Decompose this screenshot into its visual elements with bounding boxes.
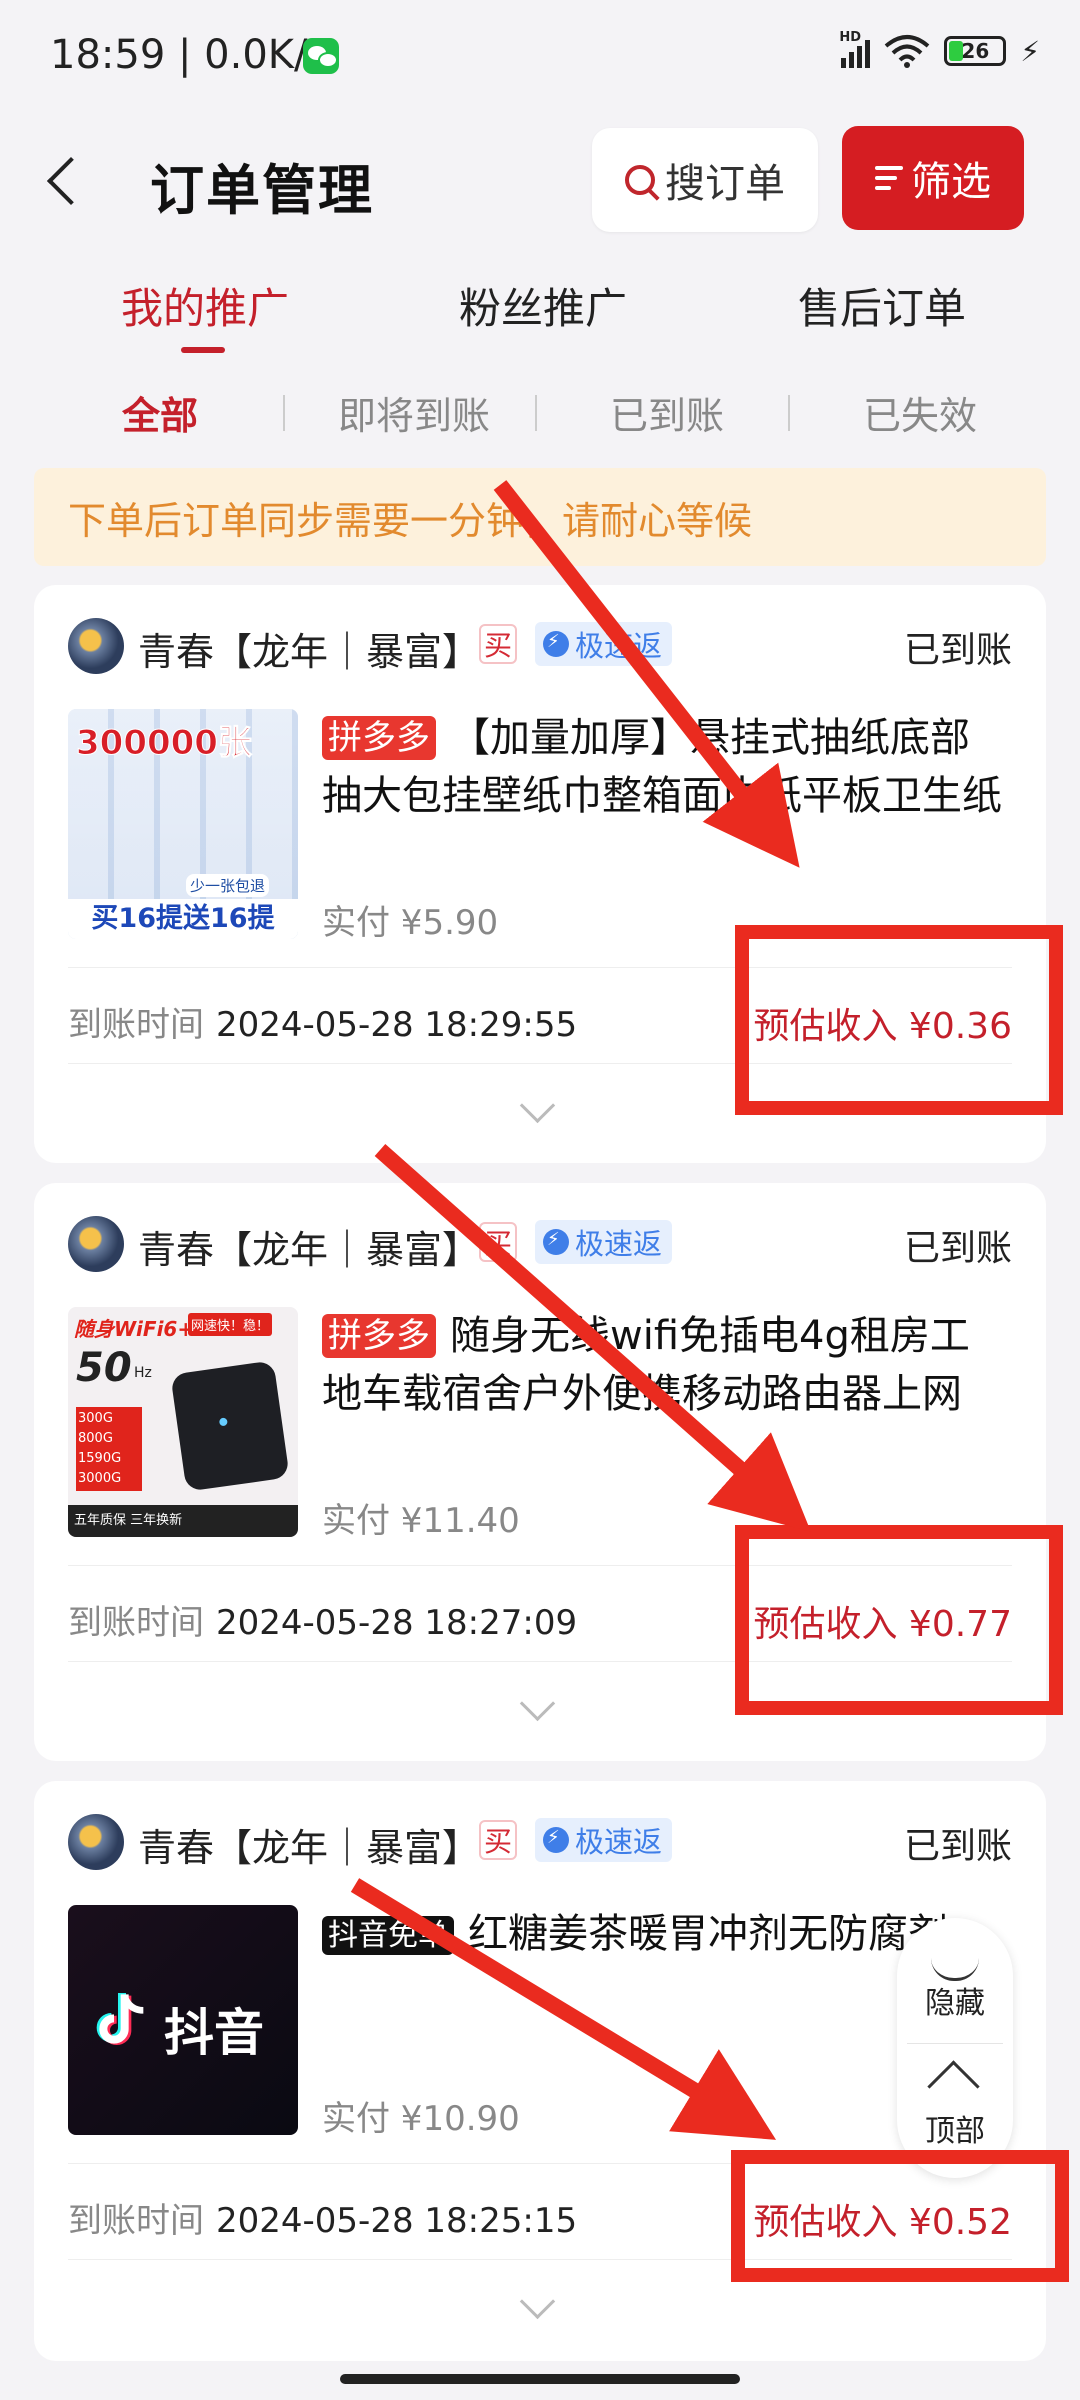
- status-filter-tabs: 全部 即将到账 已到账 已失效: [0, 385, 1080, 445]
- subtab-divider: [788, 395, 790, 431]
- nav-bar: 订单管理 搜订单 筛选: [0, 120, 1080, 240]
- hide-label: 隐藏: [925, 1986, 985, 2021]
- fast-rebate-badge: 极速返: [535, 622, 673, 666]
- annotation-highlight-box: [735, 925, 1063, 1115]
- status-bar: 18:59 | 0.0K/s HD 26 ⚡: [0, 0, 1080, 110]
- charging-icon: ⚡: [1020, 34, 1040, 68]
- signal-icon: HD: [839, 30, 871, 68]
- annotation-highlight-box: [735, 1525, 1063, 1715]
- buyer-name: 青春【龙年｜暴富】: [138, 630, 481, 674]
- filter-label: 筛选: [911, 159, 991, 205]
- arrival-label: 到账时间: [68, 2201, 204, 2241]
- wechat-icon: [303, 38, 339, 74]
- subtab-expired[interactable]: 已失效: [863, 385, 977, 440]
- tab-fan-promotion[interactable]: 粉丝推广: [459, 275, 627, 336]
- top-label: 顶部: [925, 2114, 985, 2149]
- filter-icon: [875, 166, 903, 190]
- product-image-speed: 网速快！稳！: [188, 1313, 273, 1336]
- buy-badge: 买: [479, 624, 517, 664]
- tab-my-promotion[interactable]: 我的推广: [121, 275, 289, 336]
- active-tab-indicator: [181, 347, 225, 353]
- arrival-time: 2024-05-28 18:27:09: [216, 1603, 578, 1643]
- buy-badge: 买: [479, 1820, 517, 1860]
- home-indicator[interactable]: [340, 2374, 740, 2384]
- lightning-icon: [543, 1229, 569, 1255]
- platform-tag: 拼多多: [322, 1314, 436, 1358]
- arrival-time-row: 到账时间 2024-05-28 18:27:09: [68, 1595, 577, 1644]
- buyer-name: 青春【龙年｜暴富】: [138, 1228, 481, 1272]
- hide-button[interactable]: 隐藏: [897, 1918, 1013, 2043]
- product-image[interactable]: 随身WiFi6+ 网速快！稳！ 50 Hz 300G 800G 1590G 30…: [68, 1307, 298, 1537]
- chevron-down-icon[interactable]: [519, 1087, 556, 1124]
- arrival-time: 2024-05-28 18:25:15: [216, 2201, 578, 2241]
- product-image-tag: 少一张包退: [186, 874, 270, 897]
- subtab-divider: [535, 395, 537, 431]
- product-image-headline: 300000张: [76, 723, 253, 764]
- product-image-promo: 买16提送16提: [68, 899, 298, 939]
- status-time: 18:59 | 0.0K/s: [50, 32, 329, 78]
- subtab-pending[interactable]: 即将到账: [338, 385, 490, 440]
- arrival-time: 2024-05-28 18:29:55: [216, 1005, 578, 1045]
- floating-action-panel: 隐藏 顶部: [897, 1918, 1013, 2178]
- router-device: [170, 1360, 290, 1492]
- sync-notice: 下单后订单同步需要一分钟，请耐心等候: [34, 468, 1046, 566]
- fast-rebate-badge: 极速返: [535, 1818, 673, 1862]
- chevron-down-icon[interactable]: [519, 1685, 556, 1722]
- order-tabs: 我的推广 粉丝推广 售后订单: [0, 275, 1080, 365]
- paid-amount: 实付 ¥10.90: [322, 2099, 520, 2139]
- chevron-down-icon[interactable]: [519, 2283, 556, 2320]
- network-type-label: HD: [839, 30, 861, 45]
- back-icon[interactable]: [40, 148, 84, 212]
- product-title-text: 红糖姜茶暖胃冲剂无防腐剂: [468, 1911, 948, 1957]
- lightning-icon: [543, 1827, 569, 1853]
- buyer-name: 青春【龙年｜暴富】: [138, 1826, 481, 1870]
- platform-tag: 拼多多: [322, 716, 436, 760]
- search-order-button[interactable]: 搜订单: [592, 128, 818, 232]
- arrival-time-row: 到账时间 2024-05-28 18:29:55: [68, 997, 577, 1046]
- wifi-icon: [885, 35, 930, 68]
- fast-rebate-label: 极速返: [575, 1825, 663, 1859]
- product-image-hz: Hz: [134, 1365, 152, 1381]
- avatar: [68, 1814, 124, 1870]
- douyin-brand-text: 抖音: [164, 2004, 264, 2062]
- fast-rebate-label: 极速返: [575, 1227, 663, 1261]
- product-title[interactable]: 拼多多 【加量加厚】悬挂式抽纸底部抽大包挂壁纸巾整箱面巾纸平板卫生纸: [322, 709, 1002, 825]
- battery-level: 26: [961, 39, 990, 63]
- subtab-divider: [283, 395, 285, 431]
- arrival-time-row: 到账时间 2024-05-28 18:25:15: [68, 2193, 577, 2242]
- platform-tag: 抖音免单: [322, 1916, 454, 1955]
- subtab-all[interactable]: 全部: [122, 385, 198, 440]
- arrival-label: 到账时间: [68, 1603, 204, 1643]
- product-title[interactable]: 拼多多随身无线wifi免插电4g租房工地车载宿舍户外便携移动路由器上网vz: [322, 1307, 1002, 1423]
- product-image-plans: 300G 800G 1590G 3000G: [76, 1407, 142, 1491]
- fast-rebate-badge: 极速返: [535, 1220, 673, 1264]
- fast-rebate-label: 极速返: [575, 629, 663, 663]
- chevron-up-icon: [927, 2060, 980, 2113]
- product-image[interactable]: 抖音: [68, 1905, 298, 2135]
- product-image-headline: 随身WiFi6+: [74, 1317, 195, 1341]
- paid-amount: 实付 ¥5.90: [322, 903, 499, 943]
- paid-amount: 实付 ¥11.40: [322, 1501, 520, 1541]
- page-title: 订单管理: [150, 159, 374, 222]
- search-label: 搜订单: [665, 161, 785, 207]
- buy-badge: 买: [479, 1222, 517, 1262]
- tab-after-sales[interactable]: 售后订单: [798, 275, 966, 336]
- order-status: 已到账: [903, 630, 1012, 671]
- douyin-logo-icon: [96, 1993, 144, 2045]
- battery-icon: 26: [944, 36, 1007, 66]
- filter-button[interactable]: 筛选: [842, 126, 1024, 230]
- avatar: [68, 1216, 124, 1272]
- product-image-big-number: 50: [76, 1345, 132, 1391]
- search-icon: [625, 165, 655, 195]
- status-icons: HD 26 ⚡: [839, 30, 1040, 68]
- avatar: [68, 618, 124, 674]
- order-status: 已到账: [903, 1228, 1012, 1269]
- subtab-credited[interactable]: 已到账: [610, 385, 724, 440]
- product-image[interactable]: 300000张 少一张包退 买16提送16提: [68, 709, 298, 939]
- annotation-highlight-box: [731, 2150, 1069, 2282]
- product-image-warranty: 五年质保 三年换新: [68, 1505, 298, 1537]
- arrival-label: 到账时间: [68, 1005, 204, 1045]
- order-status: 已到账: [903, 1826, 1012, 1867]
- lightning-icon: [543, 631, 569, 657]
